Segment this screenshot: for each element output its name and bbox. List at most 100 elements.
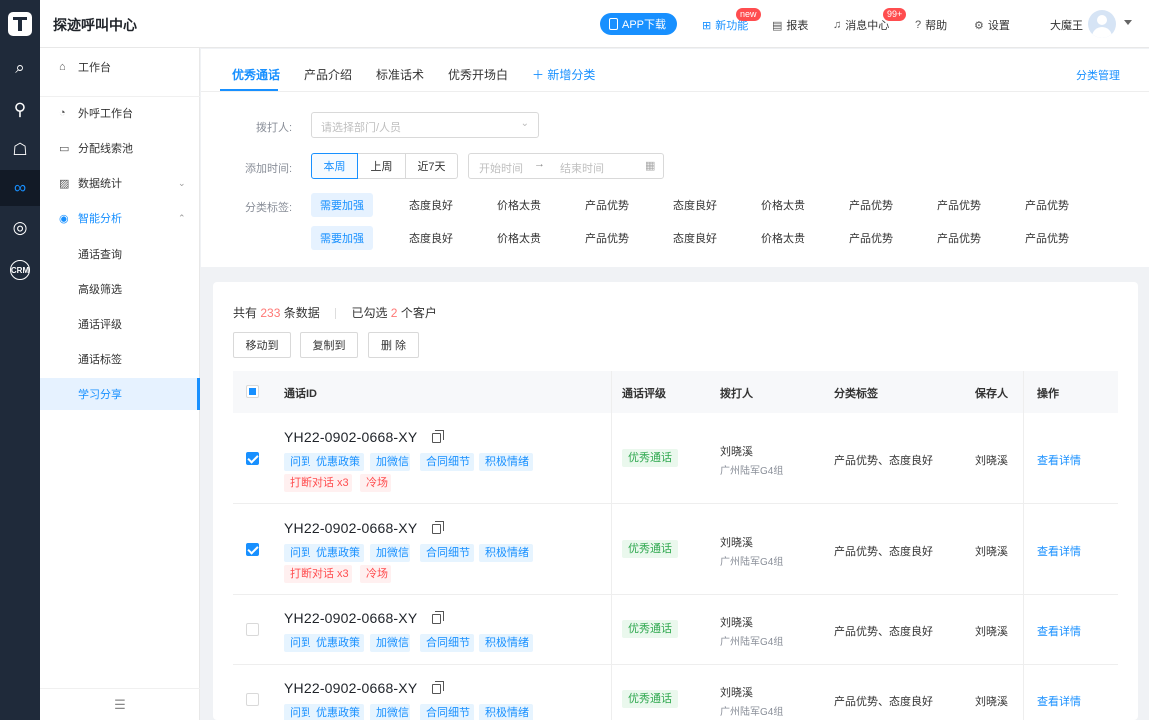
sidebar-item-label: 高级筛选 <box>78 284 122 296</box>
tab-opening-lines[interactable]: 优秀开场白 <box>448 66 508 83</box>
caller-placeholder: 请选择部门/人员 <box>321 122 402 134</box>
summary-selected-suffix: 个客户 <box>400 306 437 320</box>
tag-filter-chip[interactable]: 产品优势 <box>929 193 989 217</box>
sidebar-item-label: 工作台 <box>78 62 111 74</box>
rail-link-icon[interactable]: ∞ <box>0 170 40 206</box>
call-id[interactable]: YH22-0902-0668-XY <box>284 520 417 536</box>
tag-filter-chip[interactable]: 价格太贵 <box>489 193 549 217</box>
tab-standard-script[interactable]: 标准话术 <box>376 66 424 83</box>
rail-target-icon[interactable]: ◎ <box>0 210 40 246</box>
call-keyword-tag: 积极情绪 <box>479 544 533 562</box>
rail-search-icon[interactable]: ⌕ <box>0 50 40 86</box>
time-last-7-days[interactable]: 近7天 <box>405 153 458 179</box>
table-row: YH22-0902-0668-XY问到价格 x2优惠政策加微信合同细节积极情绪打… <box>233 504 1118 595</box>
tag-filter-chip[interactable]: 价格太贵 <box>753 193 813 217</box>
add-category-label: 新增分类 <box>547 68 596 82</box>
copy-icon[interactable] <box>432 681 444 694</box>
sidebar-item-label: 学习分享 <box>78 389 122 401</box>
report-link[interactable]: ▤ 报表 <box>772 17 808 33</box>
tag-filter-chip[interactable]: 产品优势 <box>841 193 901 217</box>
call-keyword-tag: 合同细节 <box>420 544 474 562</box>
sidebar-item-workbench[interactable]: ⌂ 工作台 <box>40 51 200 83</box>
view-details-link[interactable]: 查看详情 <box>1037 543 1081 559</box>
copy-to-button[interactable]: 复制到 <box>300 332 358 358</box>
call-keyword-tag: 优惠政策 <box>310 634 364 652</box>
tag-filter-chip[interactable]: 价格太贵 <box>753 226 813 250</box>
tag-filter-chip[interactable]: 态度良好 <box>665 193 725 217</box>
sidebar-sub-call-query[interactable]: 通话查询 <box>40 238 200 270</box>
settings-link[interactable]: ⚙ 设置 <box>974 17 1010 33</box>
chevron-down-icon[interactable] <box>1124 20 1132 25</box>
rail-robot-icon[interactable]: ☖ <box>0 132 40 168</box>
copy-icon[interactable] <box>432 611 444 624</box>
tag-filter-chip[interactable]: 产品优势 <box>577 226 637 250</box>
sidebar-sub-learning-share[interactable]: 学习分享 <box>40 378 200 410</box>
view-details-link[interactable]: 查看详情 <box>1037 693 1081 709</box>
view-details-link[interactable]: 查看详情 <box>1037 452 1081 468</box>
call-id[interactable]: YH22-0902-0668-XY <box>284 429 417 445</box>
time-last-week[interactable]: 上周 <box>357 153 406 179</box>
tag-filter-chip[interactable]: 产品优势 <box>1017 193 1077 217</box>
help-link[interactable]: ? 帮助 <box>915 17 947 33</box>
home-icon: ⌂ <box>59 61 66 73</box>
sidebar-item-label: 通话评级 <box>78 319 122 331</box>
header-saver: 保存人 <box>975 388 1008 400</box>
sidebar-sub-call-tags[interactable]: 通话标签 <box>40 343 200 375</box>
tag-filter-chip[interactable]: 价格太贵 <box>489 226 549 250</box>
tag-filter-chip[interactable]: 态度良好 <box>401 226 461 250</box>
copy-icon[interactable] <box>432 430 444 443</box>
sidebar-item-analysis[interactable]: ◉ 智能分析 ⌃ <box>40 202 200 234</box>
sidebar-sub-advanced-filter[interactable]: 高级筛选 <box>40 273 200 305</box>
user-name[interactable]: 大魔王 <box>1050 17 1083 33</box>
time-this-week[interactable]: 本周 <box>311 153 358 179</box>
tab-excellent-calls[interactable]: 优秀通话 <box>232 66 280 83</box>
tab-product-intro[interactable]: 产品介绍 <box>304 66 352 83</box>
tag-filter-chip[interactable]: 产品优势 <box>929 226 989 250</box>
rating-badge: 优秀通话 <box>622 690 678 708</box>
collapse-menu-icon[interactable]: ☰ <box>40 688 200 720</box>
add-category-button[interactable]: ＋ 新增分类 <box>532 66 595 83</box>
logo-container[interactable] <box>0 0 40 48</box>
chart-icon: ▨ <box>59 177 70 190</box>
app-download-button[interactable]: APP下载 <box>600 13 677 35</box>
rail-magnet-icon[interactable]: ⚲ <box>0 92 40 128</box>
caller-select[interactable]: 请选择部门/人员 ⌄ <box>311 112 539 138</box>
tag-filter-chip[interactable]: 产品优势 <box>577 193 637 217</box>
start-time-placeholder: 开始时间 <box>479 163 523 175</box>
analysis-icon: ◉ <box>59 212 69 225</box>
tag-filter-chip[interactable]: 产品优势 <box>1017 226 1077 250</box>
call-id[interactable]: YH22-0902-0668-XY <box>284 680 417 696</box>
sidebar-item-label: 数据统计 <box>78 178 122 190</box>
row-checkbox[interactable] <box>246 543 259 556</box>
row-checkbox[interactable] <box>246 693 259 706</box>
sidebar-item-lead-pool[interactable]: ▭ 分配线索池 <box>40 132 200 164</box>
category-manage-link[interactable]: 分类管理 <box>1076 67 1120 83</box>
saver-name: 刘晓溪 <box>975 696 1008 708</box>
avatar[interactable] <box>1088 10 1116 38</box>
tag-filter-chip[interactable]: 需要加强 <box>311 193 373 217</box>
date-range-picker[interactable]: 开始时间 → 结束时间 ▦ <box>468 153 664 179</box>
view-details-link[interactable]: 查看详情 <box>1037 623 1081 639</box>
call-keyword-tag: 合同细节 <box>420 704 474 720</box>
rail-crm-icon[interactable]: CRM <box>0 252 40 288</box>
saver-name: 刘晓溪 <box>975 626 1008 638</box>
call-warning-tag: 冷场 <box>360 474 391 492</box>
call-warning-tag: 打断对话 x3 <box>284 565 352 583</box>
copy-icon[interactable] <box>432 521 444 534</box>
table-row: YH22-0902-0668-XY问到价格 x2优惠政策加微信合同细节积极情绪优… <box>233 595 1118 665</box>
row-checkbox[interactable] <box>246 623 259 636</box>
tag-filter-chip[interactable]: 态度良好 <box>401 193 461 217</box>
sidebar-item-outbound[interactable]: ◔ 外呼工作台 <box>40 96 200 128</box>
tag-filter-chip[interactable]: 需要加强 <box>311 226 373 250</box>
sidebar-item-statistics[interactable]: ▨ 数据统计 ⌄ <box>40 167 200 199</box>
delete-button[interactable]: 删 除 <box>368 332 419 358</box>
end-time-placeholder: 结束时间 <box>560 163 604 175</box>
move-to-button[interactable]: 移动到 <box>233 332 291 358</box>
tag-filter-chip[interactable]: 态度良好 <box>665 226 725 250</box>
call-id[interactable]: YH22-0902-0668-XY <box>284 610 417 626</box>
row-checkbox[interactable] <box>246 452 259 465</box>
tag-filter-chip[interactable]: 产品优势 <box>841 226 901 250</box>
sidebar-sub-call-rating[interactable]: 通话评级 <box>40 308 200 340</box>
message-center-link[interactable]: ♫ 消息中心 <box>833 17 889 33</box>
select-all-checkbox[interactable] <box>246 385 259 398</box>
